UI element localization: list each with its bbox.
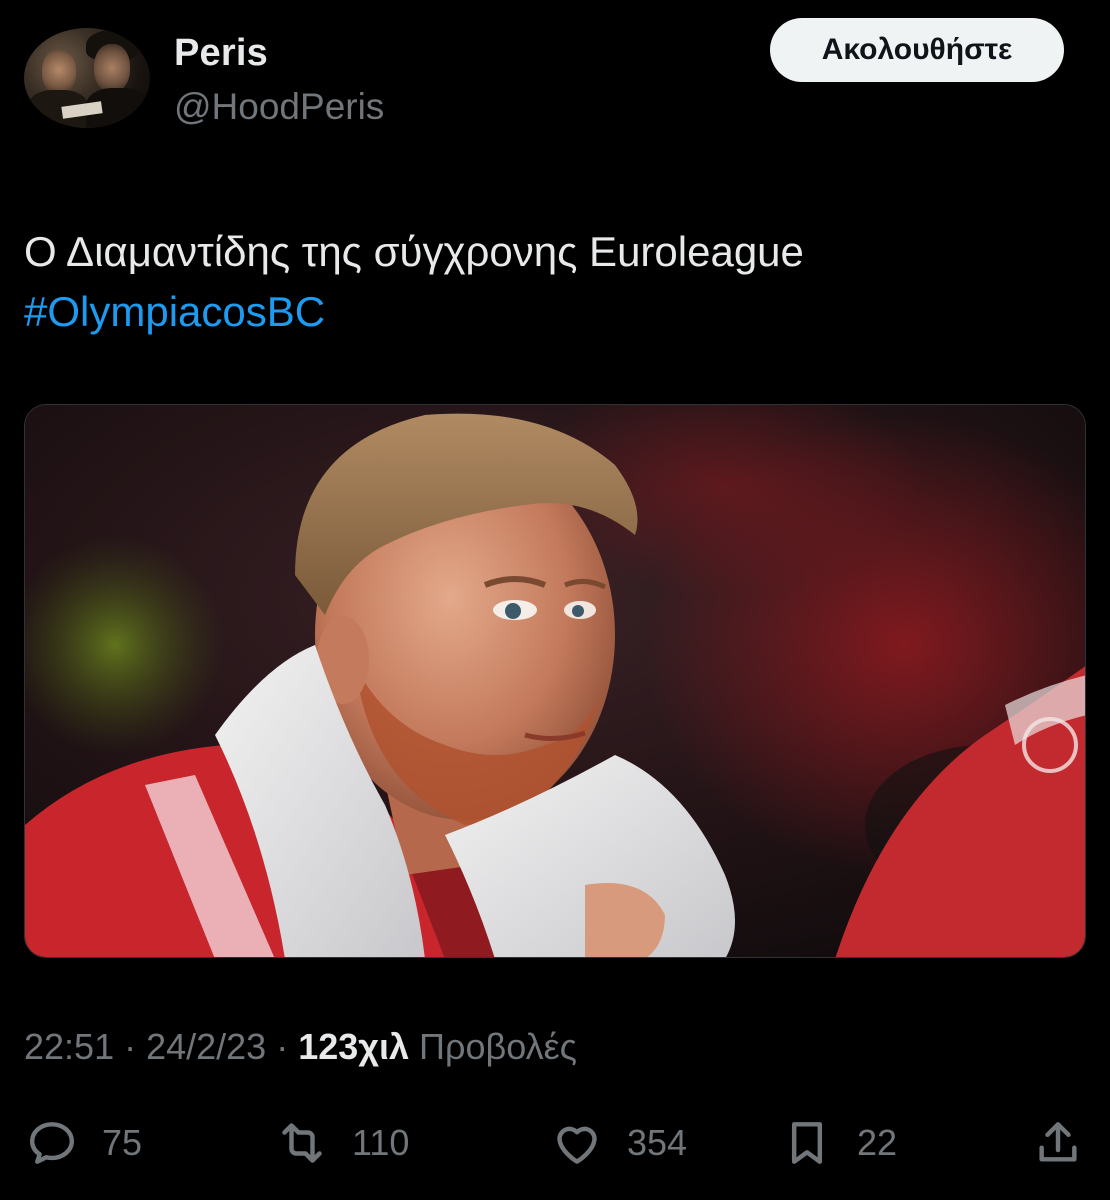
follow-button[interactable]: Ακολουθήστε xyxy=(770,18,1064,82)
tweet-date[interactable]: 24/2/23 xyxy=(146,1026,266,1067)
like-button[interactable]: 354 xyxy=(549,1108,687,1178)
retweet-icon xyxy=(282,1123,322,1163)
bookmark-icon xyxy=(791,1122,823,1164)
tweet-actions: 75 110 354 22 xyxy=(24,1108,1086,1178)
author-display-name[interactable]: Peris xyxy=(174,32,268,75)
tweet-photo[interactable] xyxy=(24,404,1086,958)
retweet-count: 110 xyxy=(352,1122,410,1163)
tweet-header: Peris @HoodPeris Ακολουθήστε xyxy=(24,18,1086,134)
hashtag-link[interactable]: #OlympiacosBC xyxy=(24,282,1086,342)
reply-icon xyxy=(29,1122,75,1164)
share-button[interactable] xyxy=(1030,1108,1086,1178)
bookmark-button[interactable]: 22 xyxy=(779,1108,897,1178)
author-handle[interactable]: @HoodPeris xyxy=(174,86,384,128)
views-count: 123χιλ xyxy=(298,1026,410,1067)
meta-separator: · xyxy=(114,1026,147,1067)
avatar[interactable] xyxy=(24,28,150,128)
like-count: 354 xyxy=(627,1122,688,1163)
player-photo xyxy=(25,405,1085,957)
like-icon xyxy=(557,1126,597,1164)
retweet-button[interactable]: 110 xyxy=(274,1108,409,1178)
share-icon xyxy=(1039,1122,1077,1162)
tweet-time[interactable]: 22:51 xyxy=(24,1026,114,1067)
tweet-meta: 22:51 · 24/2/23 · 123χιλ Προβολές xyxy=(24,1026,577,1068)
tweet-body: Ο Διαμαντίδης της σύγχρονης Euroleague #… xyxy=(24,222,1086,342)
views-label: Προβολές xyxy=(419,1026,577,1067)
reply-count: 75 xyxy=(102,1122,143,1163)
bookmark-count: 22 xyxy=(857,1122,898,1163)
reply-button[interactable]: 75 xyxy=(24,1108,142,1178)
tweet-text: Ο Διαμαντίδης της σύγχρονης Euroleague xyxy=(24,228,804,275)
meta-separator: · xyxy=(266,1026,299,1067)
